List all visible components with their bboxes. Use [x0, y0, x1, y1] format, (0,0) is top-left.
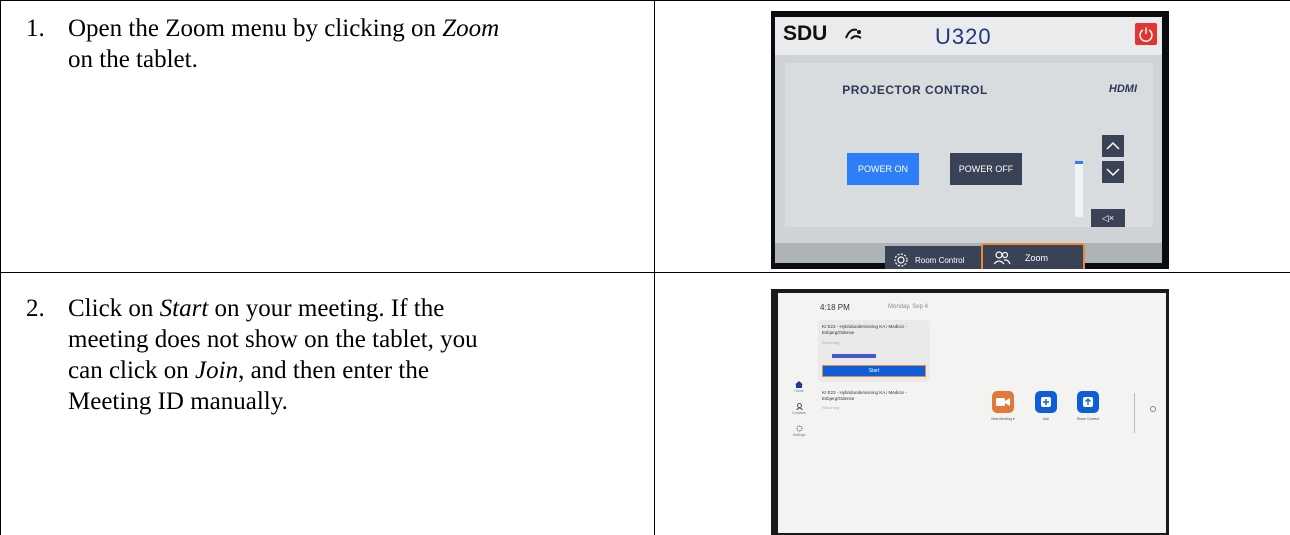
- sidebar-item-label: Home: [794, 389, 804, 393]
- start-button[interactable]: Start: [822, 365, 926, 377]
- tablet-header: SDU U320: [775, 17, 1162, 55]
- home-icon: [795, 381, 803, 388]
- instruction-table: 1. Open the Zoom menu by clicking on Zoo…: [0, 0, 1290, 535]
- step-emphasis: Zoom: [442, 15, 500, 42]
- zoom-screen: 4:18 PM Monday, Sep 4 KI E23 - Hybridund…: [778, 293, 1166, 533]
- table-border-middle: [0, 272, 1290, 273]
- projector-tablet-photo: SDU U320 PROJECTOR CONTROL HDMI POWER ON…: [771, 11, 1169, 269]
- power-icon: [1139, 27, 1153, 42]
- step-description: Click on Start on your meeting. If the m…: [68, 293, 648, 417]
- volume-up-button[interactable]: [1102, 135, 1124, 157]
- zoom-tablet-photo: 4:18 PM Monday, Sep 4 KI E23 - Hybridund…: [771, 289, 1169, 535]
- new-meeting-label: New Meeting ▾: [991, 417, 1015, 421]
- step-number: 1.: [26, 15, 45, 42]
- projector-control-panel: PROJECTOR CONTROL HDMI POWER ON POWER OF…: [785, 63, 1153, 227]
- gear-icon: [796, 425, 802, 432]
- volume-down-button[interactable]: [1102, 161, 1124, 183]
- step-emphasis: Start: [159, 295, 209, 322]
- contacts-icon: [795, 403, 803, 411]
- sdu-logo-mark-icon: [845, 28, 862, 40]
- chevron-up-icon: [1106, 141, 1120, 150]
- table-border-divider: [654, 0, 655, 535]
- section-title: PROJECTOR CONTROL: [842, 83, 988, 97]
- power-button[interactable]: [1135, 23, 1157, 45]
- meeting-recurring: Recurring: [822, 340, 840, 345]
- meeting-recurring: Recurring: [822, 405, 840, 410]
- step-text: Open the Zoom menu by clicking on: [68, 15, 443, 42]
- step-text: can click on: [68, 357, 196, 384]
- sidebar-item-home[interactable]: Home: [790, 381, 808, 393]
- step-text: on the tablet.: [68, 46, 198, 73]
- gear-icon: [894, 253, 908, 267]
- share-icon: [1083, 397, 1093, 407]
- video-camera-icon: [996, 398, 1010, 406]
- room-control-tab[interactable]: Room Control: [885, 246, 981, 269]
- page-indicator-line: [1134, 393, 1135, 433]
- step-number: 2.: [26, 295, 45, 322]
- join-label: Join: [1042, 417, 1050, 421]
- meeting-title: KI E23 - Hybridundervisning KA i Medicin…: [822, 324, 907, 335]
- step-text: Meeting ID manually.: [68, 388, 288, 415]
- source-label: HDMI: [1108, 83, 1137, 95]
- page-indicator-dot: [1150, 406, 1156, 412]
- step-text: meeting does not show on the tablet, you: [68, 326, 478, 353]
- step-text: on your meeting. If the: [208, 295, 445, 322]
- tablet-screen: SDU U320 PROJECTOR CONTROL HDMI POWER ON…: [775, 17, 1162, 269]
- volume-level: [1075, 161, 1083, 164]
- step-emphasis: Join: [195, 357, 239, 384]
- step-text: , and then enter the: [238, 357, 429, 384]
- table-border-left: [0, 0, 1, 535]
- clock-time: 4:18 PM: [820, 303, 850, 312]
- users-icon: [993, 251, 1011, 265]
- table-border-top: [0, 0, 1290, 1]
- meeting-host-bar: [832, 354, 876, 358]
- power-off-button[interactable]: POWER OFF: [950, 153, 1022, 185]
- meeting-title: KI E23 - Hybridundervisning KA i Medicin…: [822, 390, 907, 401]
- share-content-label: Share Content: [1076, 417, 1100, 421]
- sdu-logo: SDU: [783, 22, 828, 45]
- zoom-label: Zoom: [1025, 253, 1049, 263]
- volume-slider[interactable]: [1075, 161, 1083, 217]
- meeting-card: KI E23 - Hybridundervisning KA i Medicin…: [818, 320, 930, 382]
- new-meeting-button[interactable]: [992, 391, 1014, 413]
- room-title: U320: [935, 24, 992, 49]
- sidebar-item-label: Contacts: [792, 411, 806, 415]
- plus-icon: [1041, 397, 1051, 407]
- sidebar-item-settings[interactable]: Settings: [790, 425, 808, 437]
- step-description: Open the Zoom menu by clicking on Zoom o…: [68, 13, 648, 75]
- step-text: Click on: [68, 295, 160, 322]
- sidebar-item-label: Settings: [792, 433, 806, 437]
- mute-button[interactable]: ◁×: [1091, 209, 1125, 227]
- room-control-label: Room Control: [915, 255, 965, 265]
- zoom-tab[interactable]: Zoom: [981, 243, 1085, 269]
- power-on-button[interactable]: POWER ON: [847, 153, 919, 185]
- clock-date: Monday, Sep 4: [888, 304, 928, 310]
- chevron-down-icon: [1106, 168, 1120, 177]
- sidebar-item-contacts[interactable]: Contacts: [790, 403, 808, 415]
- join-button[interactable]: [1035, 391, 1057, 413]
- share-content-button[interactable]: [1077, 391, 1099, 413]
